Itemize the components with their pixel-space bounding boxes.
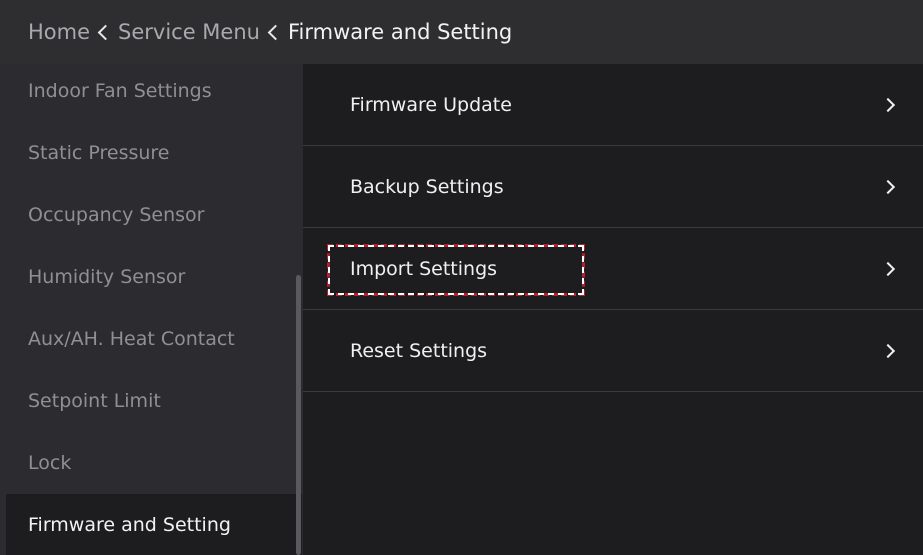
chevron-right-icon: [880, 343, 896, 358]
firmware-settings-screen: Home Service Menu Firmware and Setting I…: [0, 0, 923, 555]
sidebar-item-indoor-fan-settings[interactable]: Indoor Fan Settings: [0, 60, 296, 122]
breadcrumb-service-menu[interactable]: Service Menu: [118, 20, 260, 44]
reset-settings-row[interactable]: Reset Settings: [303, 310, 923, 392]
chevron-left-icon: [267, 24, 284, 40]
firmware-update-row[interactable]: Firmware Update: [303, 64, 923, 146]
sidebar-item-lock[interactable]: Lock: [0, 432, 296, 494]
chevron-right-icon: [880, 179, 896, 194]
chevron-left-icon: [97, 24, 114, 40]
import-settings-label: Import Settings: [350, 257, 498, 280]
sidebar-item-static-pressure[interactable]: Static Pressure: [0, 122, 296, 184]
settings-list: Firmware Update Backup Settings Import S…: [303, 64, 923, 555]
chevron-right-icon: [880, 261, 896, 276]
backup-settings-label: Backup Settings: [350, 175, 504, 198]
firmware-update-label: Firmware Update: [350, 93, 512, 116]
breadcrumb: Home Service Menu Firmware and Setting: [0, 0, 923, 64]
sidebar-item-setpoint-limit[interactable]: Setpoint Limit: [0, 370, 296, 432]
backup-settings-row[interactable]: Backup Settings: [303, 146, 923, 228]
sidebar-scrollbar[interactable]: [296, 275, 301, 555]
chevron-right-icon: [880, 97, 896, 112]
sidebar: Indoor Fan Settings Static Pressure Occu…: [0, 64, 303, 555]
breadcrumb-home[interactable]: Home: [28, 20, 90, 44]
sidebar-item-occupancy-sensor[interactable]: Occupancy Sensor: [0, 184, 296, 246]
sidebar-item-humidity-sensor[interactable]: Humidity Sensor: [0, 246, 296, 308]
sidebar-item-firmware-and-setting[interactable]: Firmware and Setting: [6, 494, 302, 555]
page-title: Firmware and Setting: [287, 20, 513, 44]
import-settings-row[interactable]: Import Settings: [303, 228, 923, 310]
sidebar-item-aux-heat-contact[interactable]: Aux/AH. Heat Contact: [0, 308, 296, 370]
reset-settings-label: Reset Settings: [350, 339, 488, 362]
